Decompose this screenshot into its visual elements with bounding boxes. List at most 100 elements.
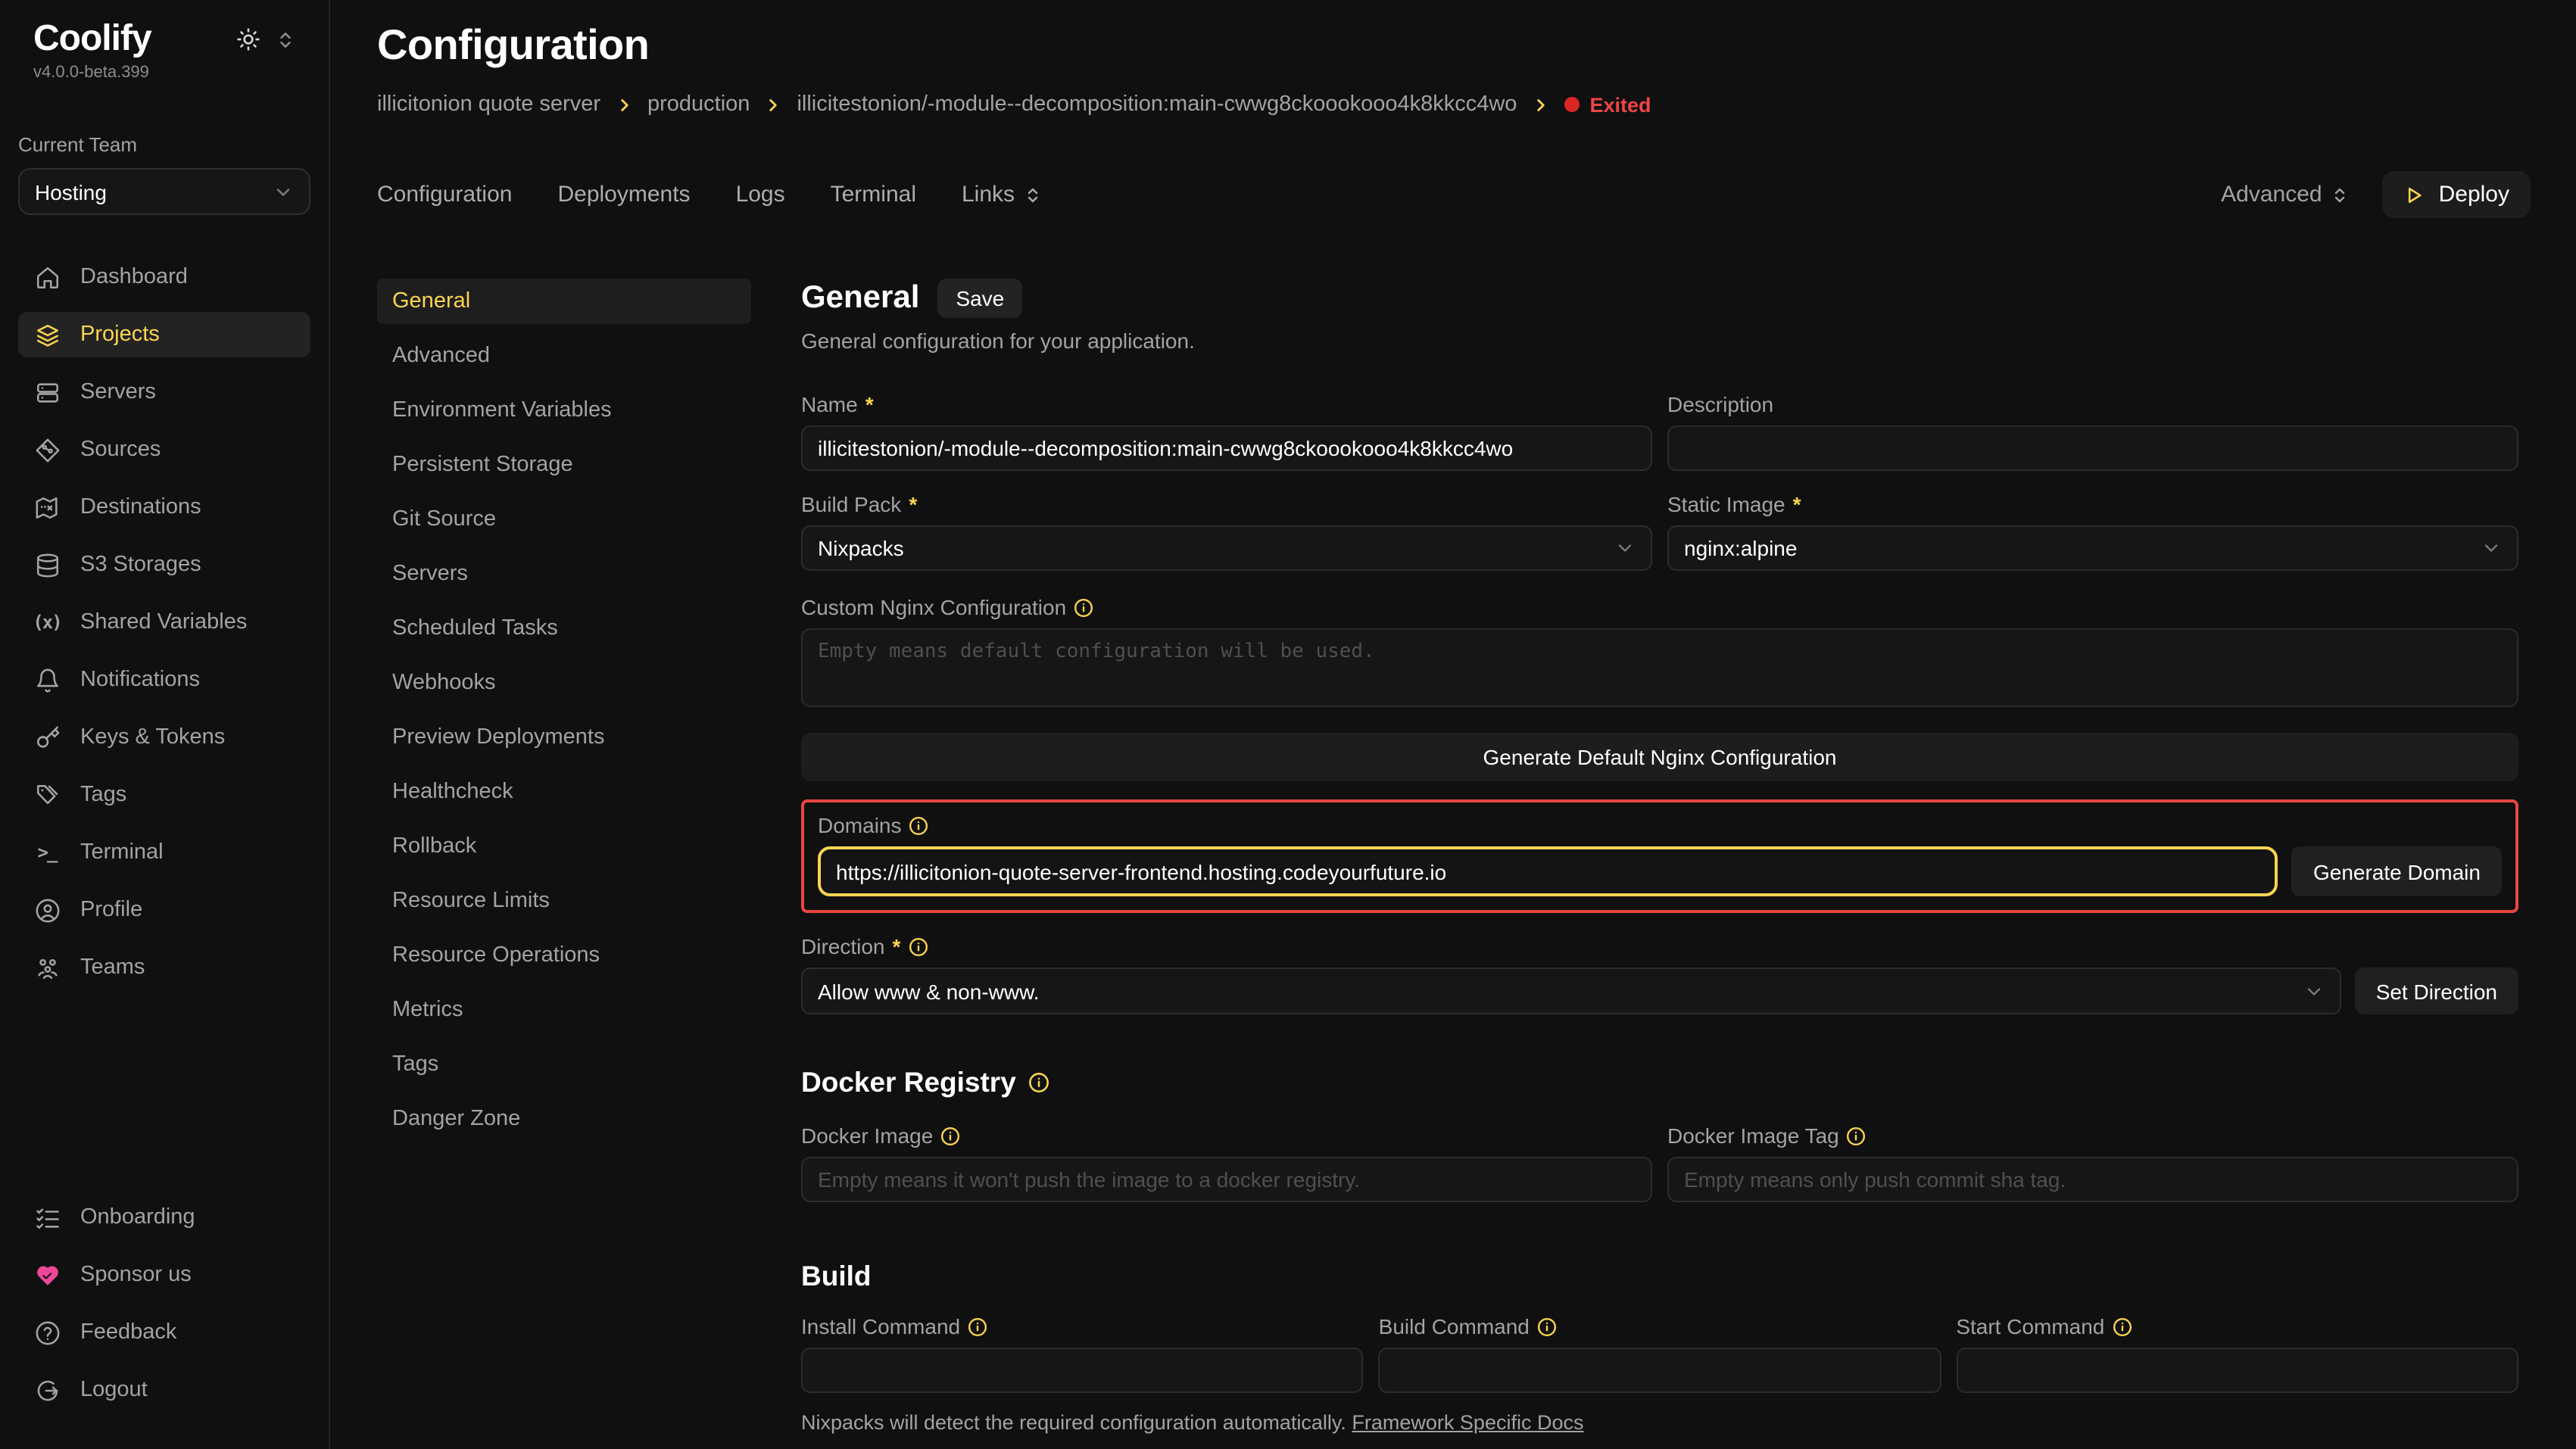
set-direction-button[interactable]: Set Direction [2355, 968, 2518, 1014]
sidebar-item-label: Logout [80, 1378, 148, 1402]
name-input[interactable] [801, 425, 1652, 471]
build-heading: Build [801, 1260, 2518, 1293]
settings-nav-healthcheck[interactable]: Healthcheck [377, 769, 751, 815]
sidebar-item-profile[interactable]: Profile [18, 887, 310, 933]
sidebar: Coolify v4.0.0-beta.399 Current Team Hos… [0, 0, 330, 1449]
sidebar-item-label: Keys & Tokens [80, 725, 225, 749]
theme-sun-icon[interactable] [236, 27, 260, 51]
start-command-label: Start Command [1956, 1314, 2518, 1338]
required-asterisk: * [1793, 492, 1801, 516]
sidebar-item-sources[interactable]: Sources [18, 427, 310, 472]
chevron-down-icon [1614, 538, 1636, 559]
sidebar-item-logout[interactable]: Logout [18, 1367, 310, 1413]
install-command-input[interactable] [801, 1348, 1364, 1393]
sidebar-item-servers[interactable]: Servers [18, 369, 310, 415]
section-title-general: General [801, 280, 919, 316]
deploy-button[interactable]: Deploy [2383, 171, 2531, 218]
bell-icon [33, 667, 61, 693]
collapse-chevrons-icon[interactable] [276, 30, 295, 49]
settings-nav-resource-operations[interactable]: Resource Operations [377, 933, 751, 978]
chevron-down-icon [2481, 538, 2502, 559]
settings-nav: General Advanced Environment Variables P… [377, 279, 751, 1449]
sidebar-nav: Dashboard Projects Servers Sources Desti… [18, 254, 310, 1002]
sidebar-item-label: Terminal [80, 840, 164, 865]
settings-nav-advanced[interactable]: Advanced [377, 333, 751, 379]
sidebar-item-keys-tokens[interactable]: Keys & Tokens [18, 715, 310, 760]
generate-domain-button[interactable]: Generate Domain [2292, 846, 2502, 896]
tab-logs[interactable]: Logs [736, 182, 785, 207]
sidebar-item-tags[interactable]: Tags [18, 772, 310, 818]
docker-image-input[interactable] [801, 1157, 1652, 1202]
settings-nav-servers[interactable]: Servers [377, 551, 751, 597]
settings-nav-tags[interactable]: Tags [377, 1042, 751, 1087]
sidebar-item-shared-variables[interactable]: (x) Shared Variables [18, 600, 310, 645]
settings-nav-resource-limits[interactable]: Resource Limits [377, 878, 751, 924]
sidebar-item-label: S3 Storages [80, 553, 201, 577]
settings-nav-scheduled-tasks[interactable]: Scheduled Tasks [377, 606, 751, 651]
status-badge: Exited [1564, 93, 1651, 116]
team-select-value: Hosting [35, 179, 107, 204]
sidebar-item-sponsor[interactable]: Sponsor us [18, 1252, 310, 1298]
description-input[interactable] [1667, 425, 2518, 471]
domains-input[interactable] [818, 846, 2278, 896]
save-button[interactable]: Save [937, 279, 1022, 318]
chevrons-up-down-icon [2331, 185, 2350, 204]
direction-label: Direction* [801, 934, 2518, 958]
settings-nav-preview-deployments[interactable]: Preview Deployments [377, 715, 751, 760]
framework-docs-link[interactable]: Framework Specific Docs [1352, 1411, 1583, 1434]
tab-configuration[interactable]: Configuration [377, 182, 512, 207]
settings-nav-environment-variables[interactable]: Environment Variables [377, 388, 751, 433]
sidebar-item-teams[interactable]: Teams [18, 945, 310, 990]
static-image-select[interactable]: nginx:alpine [1667, 525, 2518, 571]
install-command-label: Install Command [801, 1314, 1364, 1338]
info-icon [1537, 1317, 1557, 1336]
sidebar-item-label: Servers [80, 380, 156, 404]
settings-nav-general[interactable]: General [377, 279, 751, 324]
sidebar-item-feedback[interactable]: Feedback [18, 1310, 310, 1355]
settings-nav-metrics[interactable]: Metrics [377, 987, 751, 1033]
layers-icon [33, 322, 61, 347]
direction-select[interactable]: Allow www & non-www. [801, 968, 2341, 1014]
settings-nav-git-source[interactable]: Git Source [377, 497, 751, 542]
advanced-menu[interactable]: Advanced [2221, 182, 2349, 207]
settings-nav-webhooks[interactable]: Webhooks [377, 660, 751, 706]
sidebar-item-onboarding[interactable]: Onboarding [18, 1195, 310, 1240]
sidebar-item-projects[interactable]: Projects [18, 312, 310, 357]
info-icon [2112, 1317, 2132, 1336]
breadcrumb-project[interactable]: illicitonion quote server [377, 92, 600, 117]
sidebar-item-terminal[interactable]: >_ Terminal [18, 830, 310, 875]
sidebar-item-label: Shared Variables [80, 610, 247, 634]
start-command-input[interactable] [1956, 1348, 2518, 1393]
generate-nginx-button[interactable]: Generate Default Nginx Configuration [801, 733, 2518, 781]
tab-deployments[interactable]: Deployments [557, 182, 690, 207]
settings-nav-rollback[interactable]: Rollback [377, 824, 751, 869]
team-select[interactable]: Hosting [18, 168, 310, 215]
info-icon [1028, 1072, 1049, 1093]
settings-nav-persistent-storage[interactable]: Persistent Storage [377, 442, 751, 488]
sidebar-item-notifications[interactable]: Notifications [18, 657, 310, 703]
sidebar-item-label: Teams [80, 955, 145, 980]
coolify-app: Coolify v4.0.0-beta.399 Current Team Hos… [0, 0, 2576, 1449]
git-source-icon [33, 437, 61, 463]
settings-nav-danger-zone[interactable]: Danger Zone [377, 1096, 751, 1142]
breadcrumb-application[interactable]: illicitestonion/-module--decomposition:m… [797, 92, 1517, 117]
docker-image-tag-input[interactable] [1667, 1157, 2518, 1202]
sidebar-item-s3-storages[interactable]: S3 Storages [18, 542, 310, 587]
sidebar-item-dashboard[interactable]: Dashboard [18, 254, 310, 300]
play-icon [2404, 184, 2425, 205]
status-text: Exited [1589, 93, 1651, 116]
sidebar-item-label: Dashboard [80, 265, 188, 289]
sidebar-item-label: Feedback [80, 1320, 176, 1345]
main-content: Configuration illicitonion quote server … [332, 0, 2576, 1449]
breadcrumb-environment[interactable]: production [647, 92, 750, 117]
build-pack-select[interactable]: Nixpacks [801, 525, 1652, 571]
sidebar-item-label: Onboarding [80, 1205, 195, 1229]
sidebar-item-destinations[interactable]: Destinations [18, 485, 310, 530]
build-command-input[interactable] [1379, 1348, 1941, 1393]
user-circle-icon [33, 897, 61, 923]
tab-links[interactable]: Links [962, 182, 1042, 207]
sidebar-item-label: Sponsor us [80, 1263, 192, 1287]
chevron-right-icon [1530, 95, 1550, 115]
tab-terminal[interactable]: Terminal [831, 182, 916, 207]
nginx-config-textarea[interactable] [801, 628, 2518, 707]
